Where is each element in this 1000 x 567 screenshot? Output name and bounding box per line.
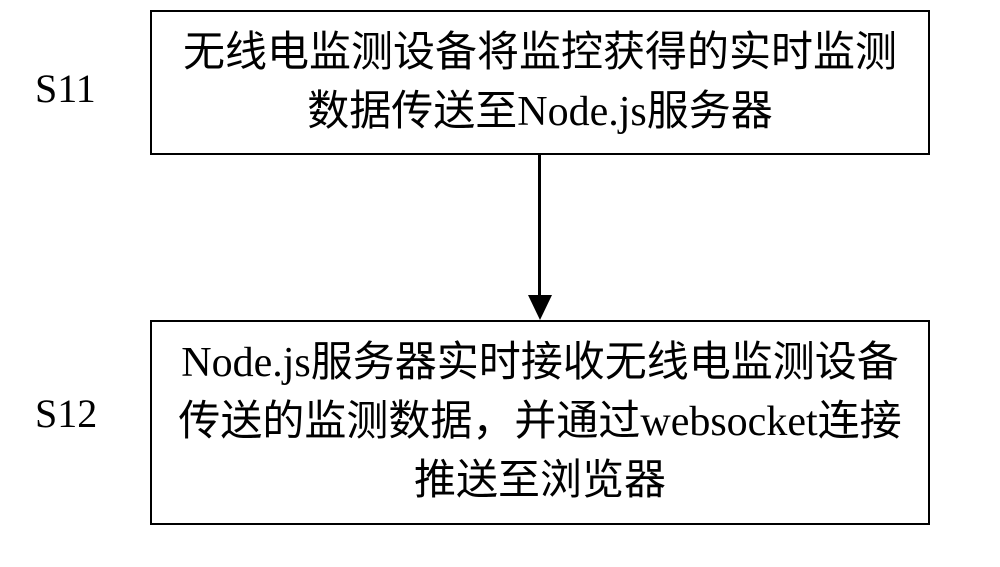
arrow-line — [538, 155, 541, 300]
step-label-s11: S11 — [35, 65, 96, 112]
step-label-s12: S12 — [35, 390, 97, 437]
step-text-s12: Node.js服务器实时接收无线电监测设备传送的监测数据，并通过websocke… — [172, 334, 908, 510]
arrow-head-icon — [528, 295, 552, 320]
step-box-s12: Node.js服务器实时接收无线电监测设备传送的监测数据，并通过websocke… — [150, 320, 930, 525]
step-text-s11: 无线电监测设备将监控获得的实时监测数据传送至Node.js服务器 — [172, 24, 908, 142]
arrow-s11-to-s12 — [530, 155, 550, 320]
step-box-s11: 无线电监测设备将监控获得的实时监测数据传送至Node.js服务器 — [150, 10, 930, 155]
flowchart-diagram: S11 无线电监测设备将监控获得的实时监测数据传送至Node.js服务器 S12… — [0, 0, 1000, 567]
